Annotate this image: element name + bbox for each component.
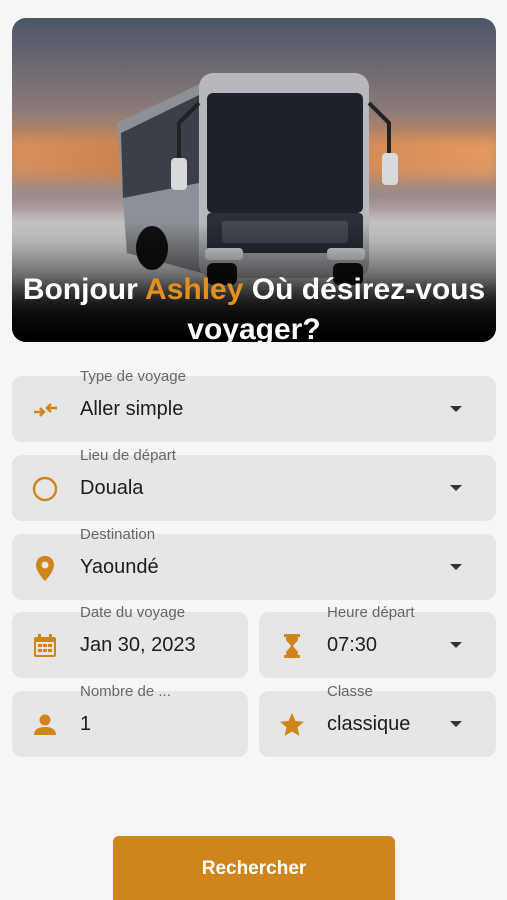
chevron-down-icon [450,564,462,570]
chevron-down-icon [450,721,462,727]
departure-time-label: Heure départ [327,604,415,621]
circle-icon [32,476,58,502]
passengers-field[interactable]: Nombre de ... 1 [12,683,248,757]
search-button[interactable]: Rechercher [113,836,395,900]
destination-select[interactable]: Destination Yaoundé [12,526,496,600]
user-name: Ashley [145,273,244,306]
travel-date-field[interactable]: Date du voyage Jan 30, 2023 [12,604,248,678]
travel-date-value: Jan 30, 2023 [80,634,196,656]
destination-value: Yaoundé [80,556,159,578]
departure-time-value: 07:30 [327,634,378,656]
passengers-label: Nombre de ... [80,683,171,700]
hero-banner: Bonjour Ashley Où désirez-vous voyager? [12,18,496,342]
departure-time-select[interactable]: Heure départ 07:30 [259,604,496,678]
trip-type-select[interactable]: Type de voyage Aller simple [12,368,496,442]
location-pin-icon [36,556,54,581]
trip-type-value: Aller simple [80,398,184,420]
star-icon [280,713,304,736]
departure-label: Lieu de départ [80,447,176,464]
passengers-value: 1 [80,713,92,735]
hourglass-icon [284,634,300,658]
departure-select[interactable]: Lieu de départ Douala [12,447,496,521]
departure-value: Douala [80,477,144,499]
hero-greeting: Bonjour Ashley Où désirez-vous voyager? [12,270,496,342]
destination-label: Destination [80,526,156,543]
person-icon [34,714,56,735]
travel-date-label: Date du voyage [80,604,186,621]
greeting-text: Bonjour [22,273,138,306]
class-select[interactable]: Classe classique [259,683,496,757]
class-value: classique [327,713,411,735]
chevron-down-icon [450,642,462,648]
trip-type-label: Type de voyage [80,368,186,385]
chevron-down-icon [450,485,462,491]
calendar-icon [34,634,56,657]
chevron-down-icon [450,406,462,412]
swap-arrows-icon [34,403,57,417]
class-label: Classe [327,683,373,700]
